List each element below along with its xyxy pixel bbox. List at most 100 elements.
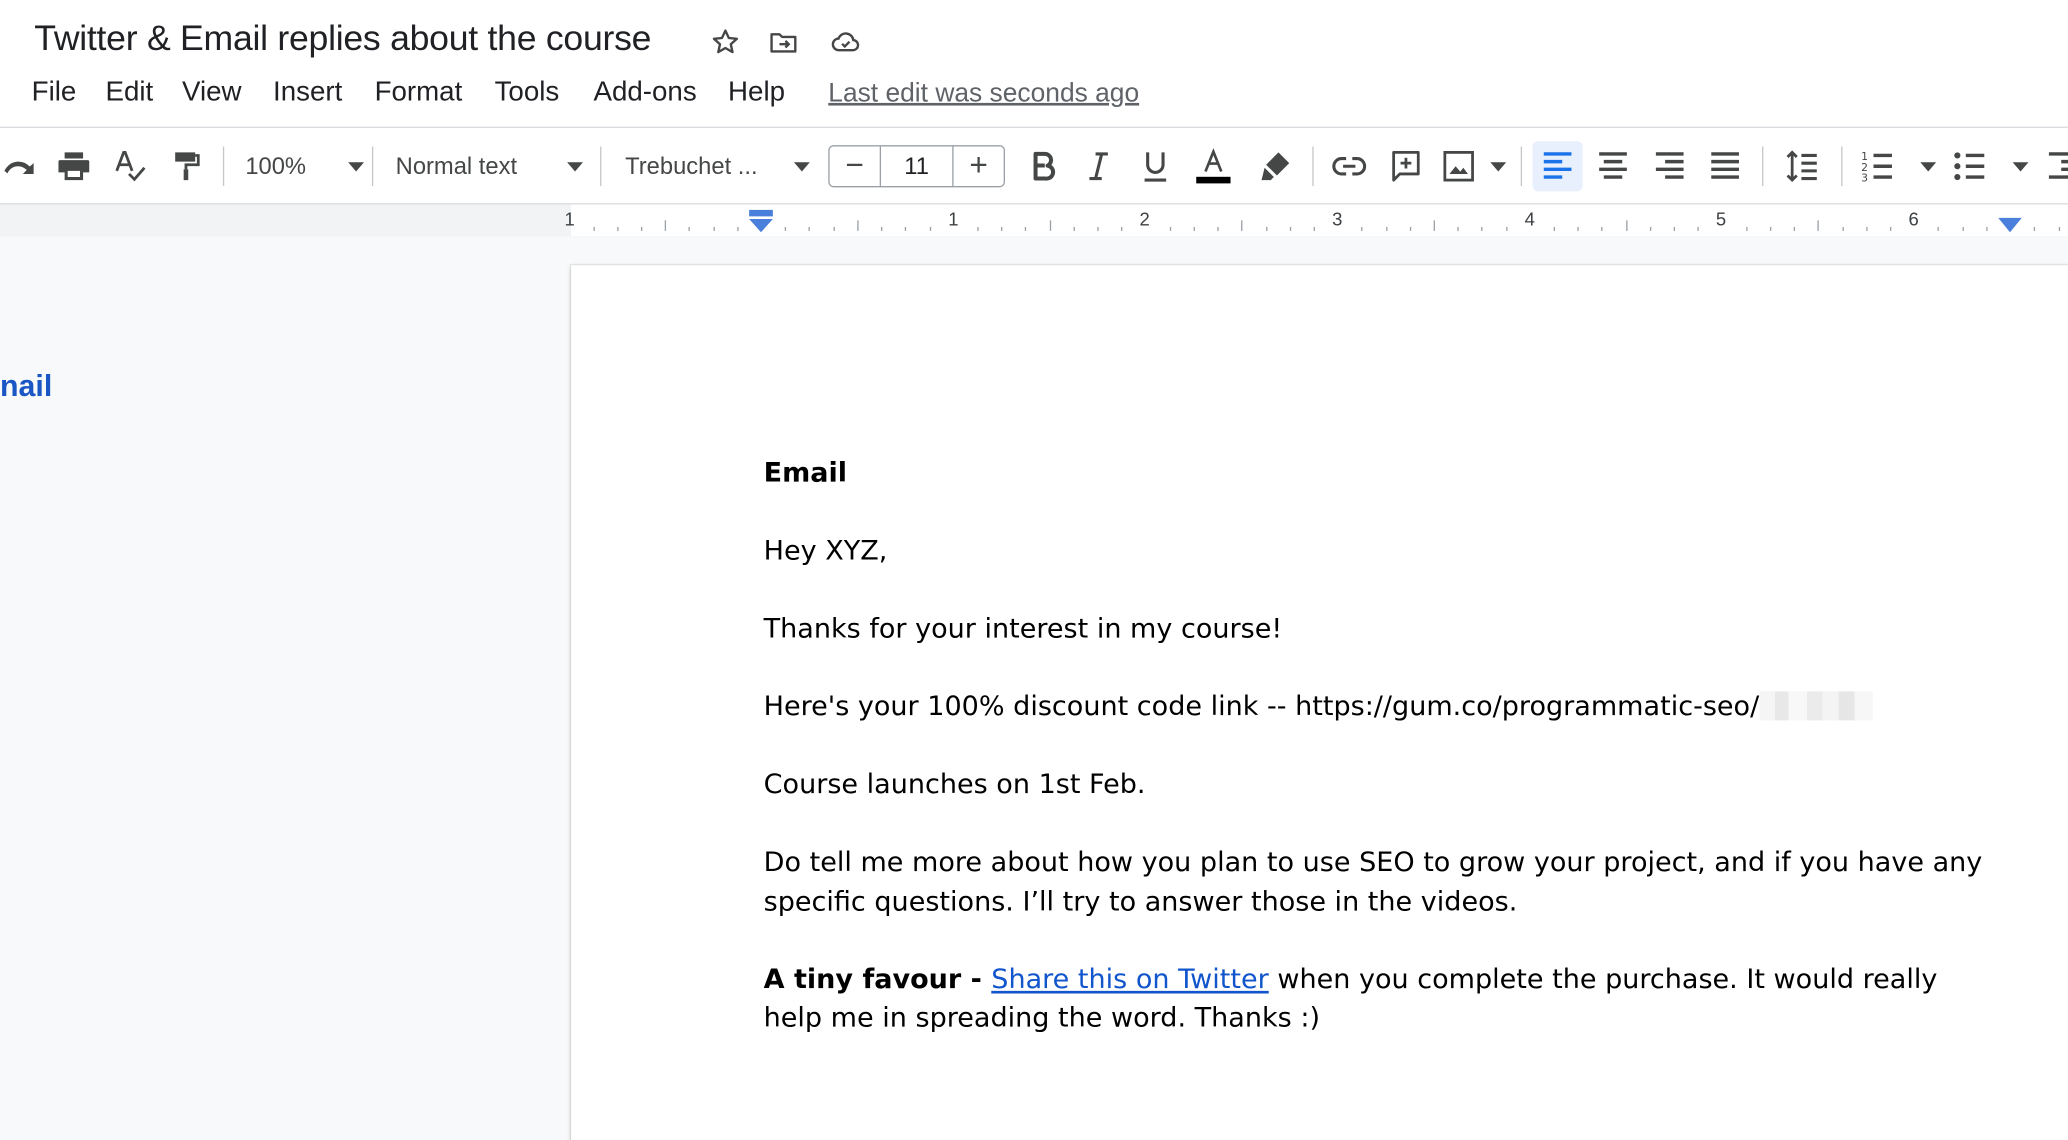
toolbar-divider (371, 146, 374, 187)
font-size-input[interactable]: 11 (879, 146, 954, 187)
ruler-tick (1121, 226, 1123, 231)
ruler-label: 3 (1332, 208, 1343, 230)
ruler-tick (736, 226, 739, 231)
toolbar-divider (1520, 146, 1523, 187)
chevron-down-icon (348, 161, 365, 171)
style-select[interactable]: Normal text (396, 128, 583, 205)
ruler-tick (1193, 226, 1195, 231)
move-to-folder-icon[interactable] (765, 24, 802, 61)
cloud-saved-icon[interactable] (827, 24, 864, 61)
ruler-tick (1481, 226, 1483, 231)
right-indent-marker-icon[interactable] (1997, 217, 2023, 234)
ruler-tick (1793, 226, 1796, 231)
ruler-tick (1649, 226, 1652, 231)
image-icon (1443, 151, 1474, 182)
chevron-down-icon (2012, 161, 2029, 171)
docs-window: Twitter & Email replies about the course… (0, 0, 2068, 1140)
paint-format-icon[interactable] (166, 128, 206, 205)
ruler-tick (1889, 226, 1892, 231)
menu-bar: File Edit View Insert Format Tools Add-o… (0, 74, 2068, 116)
ruler-tick (1361, 226, 1363, 231)
ruler-tick (616, 226, 619, 231)
doc-tell-more: Do tell me more about how you plan to us… (763, 845, 1983, 917)
star-icon[interactable] (707, 24, 744, 61)
ruler-tick (2058, 226, 2060, 231)
ruler-tick (1841, 226, 1844, 231)
spellcheck-icon[interactable] (111, 128, 151, 205)
document-page[interactable]: Email Hey XYZ, Thanks for your interest … (571, 265, 2068, 1140)
ruler-label: 1 (948, 208, 959, 230)
align-left-icon[interactable] (1538, 128, 1578, 205)
ruler-label: 5 (1715, 208, 1727, 230)
menu-insert[interactable]: Insert (273, 77, 342, 109)
ruler-tick (1385, 226, 1387, 231)
ruler-tick (1073, 226, 1075, 231)
doc-heading: Email (763, 456, 848, 489)
menu-format[interactable]: Format (375, 77, 463, 109)
ruler-label: 4 (1524, 208, 1535, 230)
ruler-tick (664, 220, 667, 231)
ruler: 1 1 2 3 4 5 6 (0, 203, 2068, 238)
align-center-icon[interactable] (1593, 128, 1633, 205)
line-spacing-icon[interactable] (1781, 128, 1826, 205)
last-edit-link[interactable]: Last edit was seconds ago (828, 79, 1139, 109)
svg-text:3: 3 (1861, 172, 1868, 185)
font-value: Trebuchet ... (625, 152, 758, 179)
toolbar-divider (222, 146, 225, 187)
doc-favour-bold: A tiny favour - (763, 962, 992, 995)
doc-discount-paragraph: Here's your 100% discount code link -- h… (764, 687, 1991, 726)
justify-icon[interactable] (1705, 128, 1745, 205)
zoom-select[interactable]: 100% (245, 128, 365, 205)
chevron-down-icon (567, 161, 583, 171)
highlight-icon[interactable] (1256, 128, 1296, 205)
menu-tools[interactable]: Tools (495, 77, 560, 109)
ruler-tick (1673, 226, 1676, 231)
ruler-tick (1625, 220, 1627, 231)
decrease-font-size-button[interactable]: − (830, 146, 880, 186)
bold-icon[interactable] (1023, 128, 1063, 205)
font-select[interactable]: Trebuchet ... (625, 128, 810, 205)
increase-font-size-button[interactable]: + (954, 146, 1004, 186)
menu-help[interactable]: Help (728, 77, 785, 109)
ruler-tick (1577, 226, 1579, 231)
indent-icon[interactable] (2044, 128, 2068, 205)
menu-view[interactable]: View (182, 77, 242, 109)
outline-heading-item[interactable]: nail (0, 368, 52, 404)
italic-icon[interactable] (1079, 128, 1119, 205)
menu-addons[interactable]: Add-ons (594, 77, 697, 109)
left-indent-marker-icon[interactable] (748, 209, 774, 234)
ruler-page-area (571, 204, 2068, 237)
doc-favour-paragraph: A tiny favour - Share this on Twitter wh… (764, 960, 1991, 1038)
toolbar-divider (600, 146, 602, 187)
redo-icon[interactable] (0, 128, 40, 205)
ruler-tick (881, 226, 883, 231)
doc-thanks: Thanks for your interest in my course! (763, 612, 1283, 644)
bulleted-list-button[interactable] (1952, 128, 2029, 205)
share-on-twitter-link[interactable]: Share this on Twitter (991, 963, 1268, 995)
menu-edit[interactable]: Edit (106, 77, 154, 109)
document-body[interactable]: Email Hey XYZ, Thanks for your interest … (764, 454, 1991, 1077)
ruler-tick (1505, 226, 1507, 231)
menu-file[interactable]: File (32, 77, 77, 109)
ruler-tick (1985, 226, 1988, 231)
ruler-tick (1313, 226, 1315, 231)
add-comment-icon[interactable] (1386, 128, 1426, 205)
style-value: Normal text (395, 152, 518, 179)
underline-icon[interactable] (1136, 128, 1176, 205)
numbered-list-button[interactable]: 123 (1860, 128, 1937, 205)
document-title[interactable]: Twitter & Email replies about the course (34, 18, 651, 59)
doc-launch: Course launches on 1st Feb. (763, 767, 1146, 800)
chevron-down-icon (793, 161, 810, 171)
insert-image-button[interactable] (1440, 128, 1507, 205)
ruler-tick (712, 226, 715, 231)
ruler-label: 6 (1908, 208, 1919, 230)
toolbar-divider (1312, 146, 1314, 187)
print-icon[interactable] (53, 128, 95, 205)
align-right-icon[interactable] (1650, 128, 1690, 205)
text-color-icon[interactable] (1191, 128, 1236, 205)
ruler-tick (1265, 226, 1267, 231)
document-workspace: nail Email Hey XYZ, Thanks for your inte… (0, 236, 2068, 1140)
chevron-down-icon (1920, 161, 1937, 171)
ruler-tick (1937, 226, 1940, 231)
link-icon[interactable] (1329, 128, 1369, 205)
